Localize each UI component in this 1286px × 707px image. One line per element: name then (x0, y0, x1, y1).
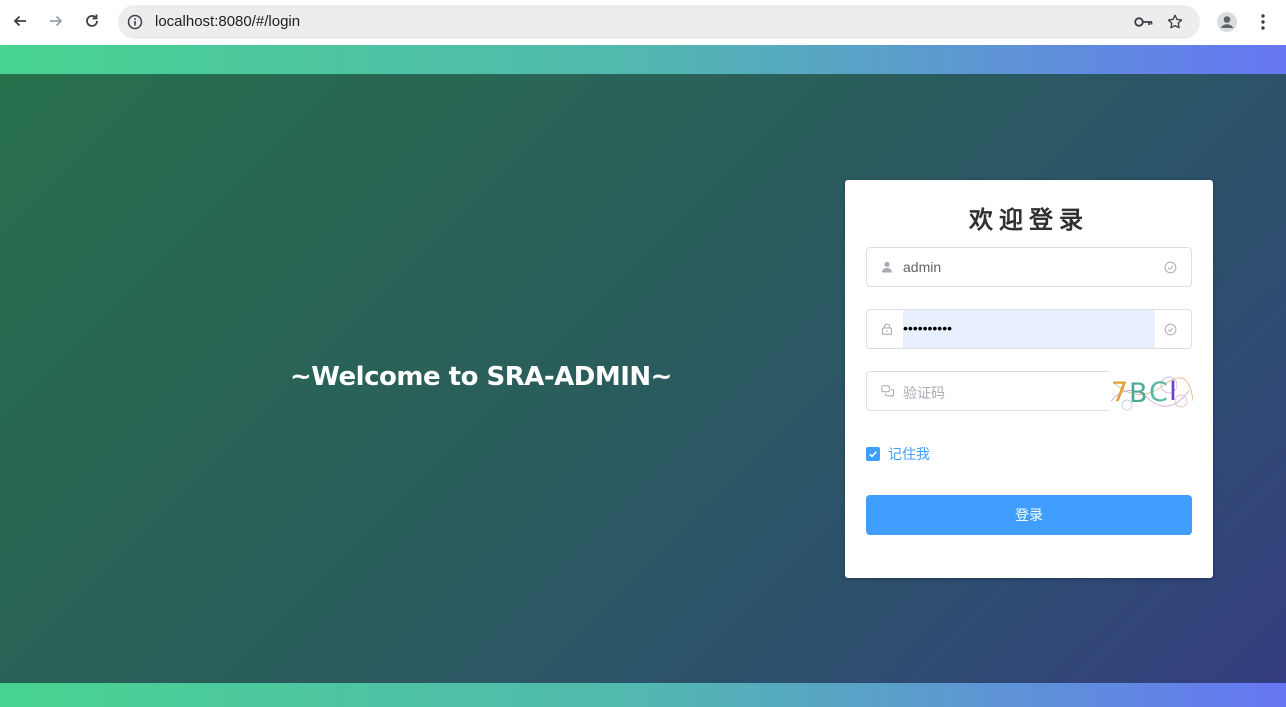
back-icon[interactable] (8, 9, 32, 33)
captcha-image[interactable]: 7 B C I (1109, 371, 1193, 411)
captcha-field[interactable]: 验证码 (866, 371, 1111, 411)
profile-icon[interactable] (1215, 10, 1239, 34)
bookmark-star-icon[interactable] (1165, 12, 1185, 32)
login-card: 欢迎登录 admin •••••••••• 验证码 7 B C I 记住我 登录 (845, 180, 1213, 578)
valid-check-icon (1163, 322, 1177, 336)
username-value[interactable]: admin (903, 259, 941, 275)
login-page: ~Welcome to SRA-ADMIN~ 欢迎登录 admin ••••••… (0, 45, 1286, 707)
login-button[interactable]: 登录 (866, 495, 1192, 535)
remember-me-checkbox[interactable]: 记住我 (866, 446, 930, 462)
hero-panel: ~Welcome to SRA-ADMIN~ 欢迎登录 admin ••••••… (0, 74, 1286, 683)
user-icon (879, 259, 895, 275)
remember-me-label[interactable]: 记住我 (888, 444, 930, 464)
captcha-placeholder: 验证码 (903, 385, 945, 401)
reload-icon[interactable] (80, 9, 104, 33)
password-value[interactable]: •••••••••• (903, 320, 952, 336)
url-text[interactable]: localhost:8080/#/login (155, 13, 300, 30)
site-info-icon[interactable] (125, 12, 145, 32)
lock-icon (879, 321, 895, 337)
svg-text:C: C (1149, 377, 1168, 408)
address-bar[interactable]: localhost:8080/#/login (118, 5, 1200, 39)
svg-text:B: B (1129, 378, 1148, 409)
password-field[interactable]: •••••••••• (866, 309, 1192, 349)
menu-dots-icon[interactable] (1253, 10, 1273, 34)
svg-text:I: I (1169, 376, 1177, 407)
login-title: 欢迎登录 (969, 206, 1089, 234)
welcome-heading: ~Welcome to SRA-ADMIN~ (290, 362, 672, 392)
checkbox-checked-icon[interactable] (866, 447, 880, 461)
browser-toolbar: localhost:8080/#/login (0, 0, 1286, 45)
forward-icon[interactable] (44, 9, 68, 33)
svg-text:7: 7 (1111, 377, 1128, 408)
password-key-icon[interactable] (1133, 13, 1155, 31)
chat-bubble-icon (879, 383, 895, 399)
valid-check-icon (1163, 260, 1177, 274)
username-field[interactable]: admin (866, 247, 1192, 287)
